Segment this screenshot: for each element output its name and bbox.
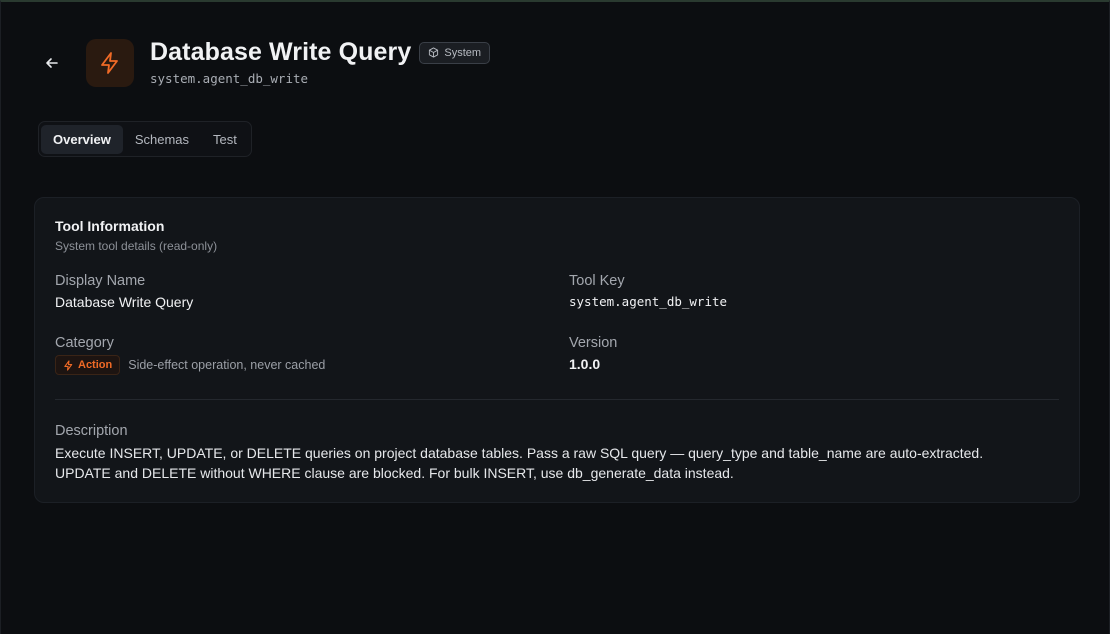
description-label: Description [55,423,128,439]
tool-key-label: Tool Key [569,273,625,289]
display-name-value: Database Write Query [55,294,194,310]
arrow-left-icon [46,58,58,68]
tab-overview[interactable]: Overview [41,124,123,154]
cube-icon [429,47,439,58]
card-title: Tool Information [55,218,165,234]
action-badge-label: Action [78,359,113,371]
app-frame: Database Write Query System system.agent… [0,0,1110,634]
description-value: Execute INSERT, UPDATE, or DELETE querie… [55,445,984,481]
tool-icon-tile [86,39,134,87]
page-title: Database Write Query [150,38,412,66]
system-badge: System [419,41,491,64]
category-row: Action Side-effect operation, never cach… [55,355,325,375]
category-label: Category [55,335,114,351]
tool-key-value: system.agent_db_write [569,294,728,309]
system-badge-label: System [444,46,482,59]
version-label: Version [569,335,618,351]
display-name-label: Display Name [55,273,146,289]
version-value: 1.0.0 [569,356,601,372]
tab-test[interactable]: Test [201,125,249,154]
divider [55,399,1059,400]
card-subtitle: System tool details (read-only) [55,239,218,253]
category-description: Side-effect operation, never cached [128,358,326,372]
action-badge: Action [55,355,121,375]
title-row: Database Write Query System [150,38,491,67]
lightning-icon [64,359,73,371]
tool-information-card: Tool Information System tool details (re… [34,197,1080,503]
tool-key-subtitle: system.agent_db_write [150,71,309,86]
tab-bar: Overview Schemas Test [38,121,252,157]
lightning-icon [101,52,118,74]
back-button[interactable] [39,50,65,76]
tab-schemas[interactable]: Schemas [123,125,201,154]
